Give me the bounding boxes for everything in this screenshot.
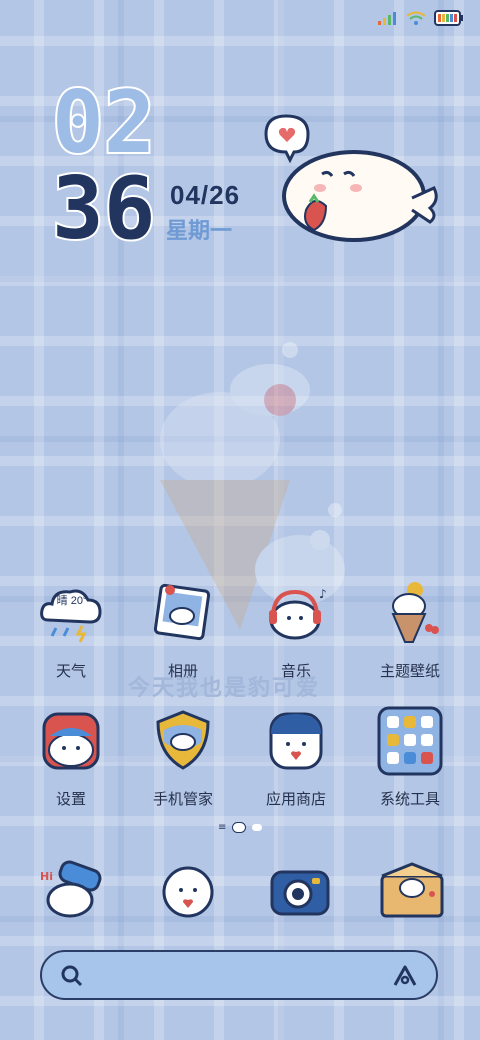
weather-widget-text: 晴 20° xyxy=(56,595,88,607)
search-icon[interactable] xyxy=(60,964,84,988)
system-tools-folder-icon xyxy=(377,706,443,776)
app-system-tools-folder[interactable]: 系统工具 xyxy=(355,706,465,809)
music-icon: ♪ xyxy=(269,587,327,640)
app-store[interactable]: 应用商店 xyxy=(241,706,351,809)
page-dot-active xyxy=(232,822,247,833)
weather-icon xyxy=(40,589,102,643)
security-icon xyxy=(156,710,210,770)
clock-date: 04/26 xyxy=(170,180,241,210)
app-store-icon xyxy=(269,712,323,770)
gallery-icon xyxy=(153,583,211,641)
wifi-icon xyxy=(406,11,426,25)
seal-illustration xyxy=(264,114,438,242)
app-label-weather: 天气 xyxy=(55,663,86,680)
battery-icon xyxy=(434,10,463,26)
page-indicator-menu-icon: ≡ xyxy=(218,822,227,833)
svg-text:♪: ♪ xyxy=(319,587,327,601)
clock-widget[interactable]: 02 36 xyxy=(50,73,158,259)
camera-icon[interactable] xyxy=(266,858,336,928)
assistant-icon[interactable] xyxy=(392,964,418,988)
phone-icon[interactable]: Hi xyxy=(38,858,108,928)
app-label-settings: 设置 xyxy=(55,791,86,808)
app-label-system-tools: 系统工具 xyxy=(379,791,440,808)
clock-hour: 02 xyxy=(50,73,158,173)
app-label-themes: 主题壁纸 xyxy=(379,663,440,680)
svg-text:Hi: Hi xyxy=(40,870,53,883)
page-dot xyxy=(252,824,263,831)
app-music[interactable]: ♪ 音乐 xyxy=(241,578,351,681)
app-label-app-store: 应用商店 xyxy=(265,791,326,808)
mail-icon[interactable] xyxy=(378,858,448,928)
clock-minute: 36 xyxy=(50,159,158,259)
messages-icon[interactable] xyxy=(153,858,223,928)
status-bar xyxy=(378,10,464,26)
settings-icon xyxy=(42,712,100,770)
page-indicator[interactable]: ≡ xyxy=(218,822,263,833)
app-label-security: 手机管家 xyxy=(152,791,213,808)
themes-icon xyxy=(391,582,439,643)
signal-icon xyxy=(378,12,396,25)
search-bar[interactable] xyxy=(40,950,438,1000)
clock-weekday: 星期一 xyxy=(166,218,233,243)
app-settings[interactable]: 设置 xyxy=(16,706,126,809)
app-themes[interactable]: 主题壁纸 xyxy=(355,578,465,681)
app-gallery[interactable]: 相册 xyxy=(128,578,238,681)
app-security[interactable]: 手机管家 xyxy=(128,706,238,809)
wallpaper-motto: 今天我也是豹可爱 xyxy=(128,675,321,700)
